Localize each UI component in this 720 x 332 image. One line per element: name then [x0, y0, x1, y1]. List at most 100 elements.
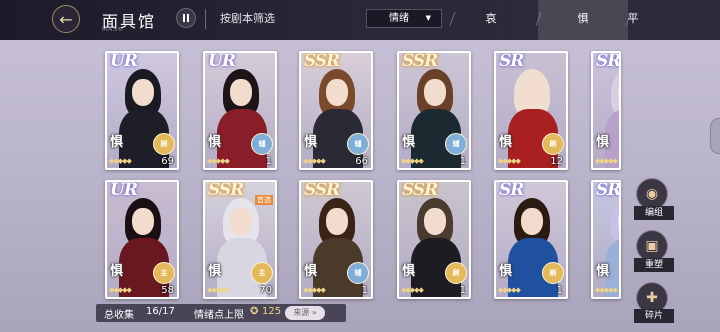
preferred-tag: 首选: [255, 195, 273, 205]
character-card[interactable]: SR 惧 刷 ◆◆◆◆◆ 1: [494, 180, 568, 299]
portrait: [326, 208, 348, 235]
character-card[interactable]: SR 惧 刷 ◆◆◆◆◆ 12: [494, 51, 568, 170]
collect-label: 总收集: [104, 310, 134, 321]
portrait: [521, 79, 543, 106]
character-card[interactable]: UR 惧 辅 ◆◆◆◆◆ 1: [203, 51, 277, 170]
star-rating: ◆◆◆◆◆: [207, 286, 230, 294]
portrait: [230, 208, 252, 235]
tab-calm[interactable]: 平: [588, 0, 678, 40]
rarity-label: SSR: [402, 51, 438, 71]
pause-icon: [183, 14, 185, 22]
portrait: [424, 208, 446, 235]
card-count: 12: [550, 156, 563, 167]
emotion-label: 惧: [499, 264, 513, 279]
fragment-button-label[interactable]: 碎片: [634, 309, 674, 323]
emotion-dropdown-label: 情绪: [389, 13, 409, 24]
emotion-label: 惧: [110, 135, 124, 150]
emotion-label: 惧: [402, 264, 416, 279]
page-subtitle: MASK: [102, 26, 124, 33]
emotion-label: 惧: [596, 264, 610, 279]
star-rating: ◆◆◆◆◆: [595, 157, 618, 165]
rarity-label: UR: [110, 180, 138, 200]
tab-sorrow[interactable]: 哀: [446, 0, 536, 40]
portrait: [230, 79, 252, 106]
rarity-label: SR: [596, 51, 621, 71]
character-card[interactable]: SSR 惧 刷 ◆◆◆◆◆ 1: [397, 180, 471, 299]
rarity-label: SR: [499, 180, 524, 200]
star-rating: ◆◆◆◆◆: [401, 157, 424, 165]
card-count: 1: [459, 285, 466, 296]
role-badge: 刷: [542, 262, 564, 284]
card-count: 70: [259, 285, 272, 296]
script-filter-button[interactable]: 按剧本筛选: [205, 9, 291, 29]
rarity-label: SSR: [208, 180, 244, 200]
card-count: 66: [355, 156, 368, 167]
star-rating: ◆◆◆◆◆: [401, 286, 424, 294]
character-card[interactable]: SSR 惧 辅 ◆◆◆◆◆ 66: [299, 51, 373, 170]
role-badge: 刷: [542, 133, 564, 155]
role-badge: 辅: [251, 133, 273, 155]
card-count: 69: [161, 156, 174, 167]
rarity-label: SSR: [402, 180, 438, 200]
role-badge: 刷: [153, 133, 175, 155]
character-card[interactable]: SR 惧 ◆◆◆◆◆: [591, 180, 621, 299]
role-badge: 辅: [347, 133, 369, 155]
character-card[interactable]: UR 惧 刷 ◆◆◆◆◆ 69: [105, 51, 179, 170]
character-card[interactable]: SSR 惧 主 ◆◆◆◆◆ 70 首选: [203, 180, 277, 299]
emotion-label: 惧: [110, 264, 124, 279]
role-badge: 辅: [445, 133, 467, 155]
card-count: 1: [265, 156, 272, 167]
team-button-label[interactable]: 编组: [634, 206, 674, 220]
star-rating: ◆◆◆◆◆: [303, 286, 326, 294]
drawer-handle[interactable]: [710, 118, 720, 154]
character-card[interactable]: SSR 惧 辅 ◆◆◆◆◆ 1: [397, 51, 471, 170]
emotion-label: 惧: [402, 135, 416, 150]
rarity-label: SR: [596, 180, 621, 200]
reshape-button-label[interactable]: 重塑: [634, 258, 674, 272]
portrait: [326, 79, 348, 106]
portrait: [521, 208, 543, 235]
portrait: [132, 79, 154, 106]
character-card[interactable]: SSR 惧 辅 ◆◆◆◆◆ 1: [299, 180, 373, 299]
emotion-label: 惧: [304, 135, 318, 150]
emotion-label: 惧: [596, 135, 610, 150]
limit-value: 125: [262, 306, 282, 317]
card-count: 58: [161, 285, 174, 296]
role-badge: 刷: [445, 262, 467, 284]
character-card[interactable]: UR 惧 主 ◆◆◆◆◆ 58: [105, 180, 179, 299]
rarity-label: UR: [110, 51, 138, 71]
limit-label: 情绪点上限: [194, 310, 244, 321]
card-count: 1: [361, 285, 368, 296]
back-arrow-icon[interactable]: ←: [52, 5, 80, 33]
character-card[interactable]: SR 惧 ◆◆◆◆◆: [591, 51, 621, 170]
rarity-label: UR: [208, 51, 236, 71]
portrait: [132, 208, 154, 235]
role-badge: 主: [153, 262, 175, 284]
portrait: [424, 79, 446, 106]
emotion-label: 惧: [208, 264, 222, 279]
star-rating: ◆◆◆◆◆: [109, 157, 132, 165]
collect-value: 16/17: [146, 306, 175, 317]
rarity-label: SSR: [304, 51, 340, 71]
rarity-label: SSR: [304, 180, 340, 200]
star-rating: ◆◆◆◆◆: [303, 157, 326, 165]
pause-button[interactable]: [176, 8, 196, 28]
source-button[interactable]: 来源 »: [285, 306, 325, 320]
star-icon: ✪: [250, 306, 259, 317]
card-count: 1: [459, 156, 466, 167]
star-rating: ◆◆◆◆◆: [109, 286, 132, 294]
star-rating: ◆◆◆◆◆: [595, 286, 618, 294]
role-badge: 辅: [347, 262, 369, 284]
emotion-label: 惧: [499, 135, 513, 150]
emotion-dropdown[interactable]: 情绪 ▼: [366, 9, 442, 28]
emotion-label: 惧: [304, 264, 318, 279]
role-badge: 主: [251, 262, 273, 284]
star-rating: ◆◆◆◆◆: [207, 157, 230, 165]
star-rating: ◆◆◆◆◆: [498, 157, 521, 165]
emotion-label: 惧: [208, 135, 222, 150]
star-rating: ◆◆◆◆◆: [498, 286, 521, 294]
card-count: 1: [556, 285, 563, 296]
top-bar: ← 面具馆 MASK 按剧本筛选 情绪 ▼ 哀 惧 平: [0, 0, 720, 40]
dropdown-caret-icon: ▼: [425, 14, 431, 22]
rarity-label: SR: [499, 51, 524, 71]
